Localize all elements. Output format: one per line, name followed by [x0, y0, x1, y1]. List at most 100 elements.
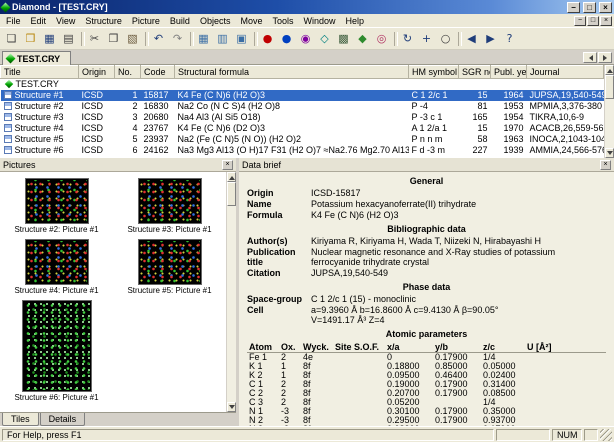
menu-move[interactable]: Move — [235, 15, 267, 27]
tab-scroll-right-icon[interactable] — [598, 52, 612, 63]
thumbnail-cell: Structure #2: Picture #1 — [0, 178, 113, 234]
bonds-icon[interactable]: ◎ — [372, 30, 391, 48]
redo-icon[interactable]: ↷ — [168, 30, 187, 48]
next-icon[interactable]: ▶ — [481, 30, 500, 48]
data-sheet-icon[interactable]: ▥ — [213, 30, 232, 48]
close-button[interactable]: × — [599, 1, 612, 13]
menu-tools[interactable]: Tools — [267, 15, 298, 27]
new-document-icon[interactable]: ❏ — [2, 30, 21, 48]
column-header[interactable]: No. — [114, 65, 141, 79]
atomic-row: K 1 1 8f 0.18800 0.85000 0.05000 — [247, 362, 606, 371]
structure-thumbnail[interactable] — [21, 300, 92, 392]
structure-thumbnail[interactable] — [24, 239, 89, 285]
help-icon[interactable]: ? — [500, 30, 519, 48]
scroll-up-icon[interactable] — [605, 65, 614, 75]
print-icon[interactable]: ▤ — [59, 30, 78, 48]
data-brief-panel-header[interactable]: Data brief × — [239, 158, 614, 172]
menu-structure[interactable]: Structure — [80, 15, 127, 27]
column-header[interactable]: Code — [140, 65, 175, 79]
pictures-panel-header[interactable]: Pictures × — [0, 158, 236, 172]
previous-icon[interactable]: ◀ — [462, 30, 481, 48]
mdi-close-button[interactable]: × — [600, 15, 612, 26]
table-row-structure[interactable]: Structure #3 ICSD 3 20680 Na4 Al3 (Al Si… — [1, 112, 604, 123]
molecule-icon[interactable]: ◉ — [296, 30, 315, 48]
title-bar[interactable]: Diamond - [TEST.CRY] − □ × — [0, 0, 614, 14]
tab-tiles[interactable]: Tiles — [2, 413, 39, 426]
save-icon[interactable]: ▦ — [40, 30, 59, 48]
atomic-column-header: Atom — [247, 342, 279, 353]
menu-picture[interactable]: Picture — [127, 15, 165, 27]
column-header[interactable]: Publ. year — [490, 65, 527, 79]
atomic-cell — [333, 398, 385, 407]
field-value: JUPSA,19,540-549 — [311, 268, 389, 278]
structure-table-icon[interactable]: ▦ — [194, 30, 213, 48]
picture-list-icon[interactable]: ▣ — [232, 30, 251, 48]
atomic-cell — [333, 362, 385, 371]
atomic-cell — [333, 389, 385, 398]
tab-scroll-left-icon[interactable] — [583, 52, 597, 63]
polyhedra-icon[interactable]: ◆ — [353, 30, 372, 48]
zoom-icon[interactable]: ○ — [436, 30, 455, 48]
pictures-close-icon[interactable]: × — [222, 159, 233, 170]
scrollbar-thumb[interactable] — [605, 75, 614, 99]
menu-edit[interactable]: Edit — [26, 15, 52, 27]
table-row-structure[interactable]: Structure #6 ICSD 6 24162 Na3 Mg3 Al13 (… — [1, 145, 604, 156]
rotate-icon[interactable]: ↻ — [398, 30, 417, 48]
column-header[interactable]: HM symbol — [408, 65, 459, 79]
mdi-minimize-button[interactable]: − — [574, 15, 586, 26]
table-row-structure[interactable]: Structure #5 ICSD 5 23937 Na2 (Fe (C N)5… — [1, 134, 604, 145]
open-document-icon[interactable]: ❒ — [21, 30, 40, 48]
diamond-file-icon — [4, 79, 13, 89]
table-row-structure[interactable]: Structure #2 ICSD 2 16830 Na2 Co (N C S)… — [1, 101, 604, 112]
structure-thumbnail[interactable] — [137, 239, 202, 285]
cell-sgr-no: 81 — [477, 101, 488, 111]
table-row-structure[interactable]: Structure #1 ICSD 1 15817 K4 Fe (C N)6 (… — [0, 90, 604, 101]
column-header[interactable]: Structural formula — [174, 65, 409, 79]
column-header[interactable]: SGR no. — [458, 65, 491, 79]
move-icon[interactable]: + — [417, 30, 436, 48]
resize-grip[interactable] — [600, 428, 612, 441]
menu-build[interactable]: Build — [165, 15, 195, 27]
menu-window[interactable]: Window — [298, 15, 340, 27]
table-vertical-scrollbar[interactable] — [604, 65, 614, 158]
scroll-down-icon[interactable] — [605, 148, 614, 158]
atomic-cell: 2 — [281, 380, 287, 389]
table-row-structure[interactable]: Structure #4 ICSD 4 23767 K4 Fe (C N)6 (… — [1, 123, 604, 134]
scrollbar-thumb[interactable] — [227, 182, 236, 206]
column-header[interactable]: Journal — [526, 65, 604, 79]
atomic-cell: 0.05200 — [387, 398, 420, 407]
menu-help[interactable]: Help — [341, 15, 370, 27]
mdi-restore-button[interactable]: □ — [587, 15, 599, 26]
undo-icon[interactable]: ↶ — [149, 30, 168, 48]
menu-file[interactable]: File — [1, 15, 26, 27]
cell-publ-year: 1939 — [503, 145, 524, 155]
menu-view[interactable]: View — [51, 15, 80, 27]
atom-red-icon[interactable]: ● — [258, 30, 277, 48]
structure-sheet-icon — [3, 146, 12, 154]
menu-objects[interactable]: Objects — [195, 15, 236, 27]
atomic-column-header: z/c — [481, 342, 525, 353]
column-header[interactable]: Origin — [78, 65, 115, 79]
structure-thumbnail[interactable] — [137, 178, 202, 224]
packing-icon[interactable]: ▩ — [334, 30, 353, 48]
paste-icon[interactable]: ▧ — [123, 30, 142, 48]
maximize-button[interactable]: □ — [583, 1, 596, 13]
column-header[interactable]: Title — [0, 65, 79, 79]
unit-cell-icon[interactable]: ◇ — [315, 30, 334, 48]
structure-thumbnail[interactable] — [24, 178, 89, 224]
tab-details[interactable]: Details — [39, 413, 86, 426]
cut-icon[interactable]: ✂ — [85, 30, 104, 48]
scroll-down-icon[interactable] — [227, 402, 236, 412]
scroll-up-icon[interactable] — [227, 172, 236, 182]
thumbnail-cell: Structure #4: Picture #1 — [0, 239, 113, 295]
thumbnail-label: Structure #6: Picture #1 — [14, 393, 99, 402]
minimize-button[interactable]: − — [567, 1, 580, 13]
tab-test-cry[interactable]: TEST.CRY — [2, 51, 72, 65]
atom-blue-icon[interactable]: ● — [277, 30, 296, 48]
data-brief-close-icon[interactable]: × — [600, 159, 611, 170]
pictures-vertical-scrollbar[interactable] — [226, 172, 236, 412]
atomic-cell: 1/4 — [483, 352, 496, 362]
table-row-group[interactable]: TEST.CRY — [1, 79, 604, 91]
atomic-cell: 0.29500 — [387, 416, 420, 425]
copy-icon[interactable]: ❐ — [104, 30, 123, 48]
